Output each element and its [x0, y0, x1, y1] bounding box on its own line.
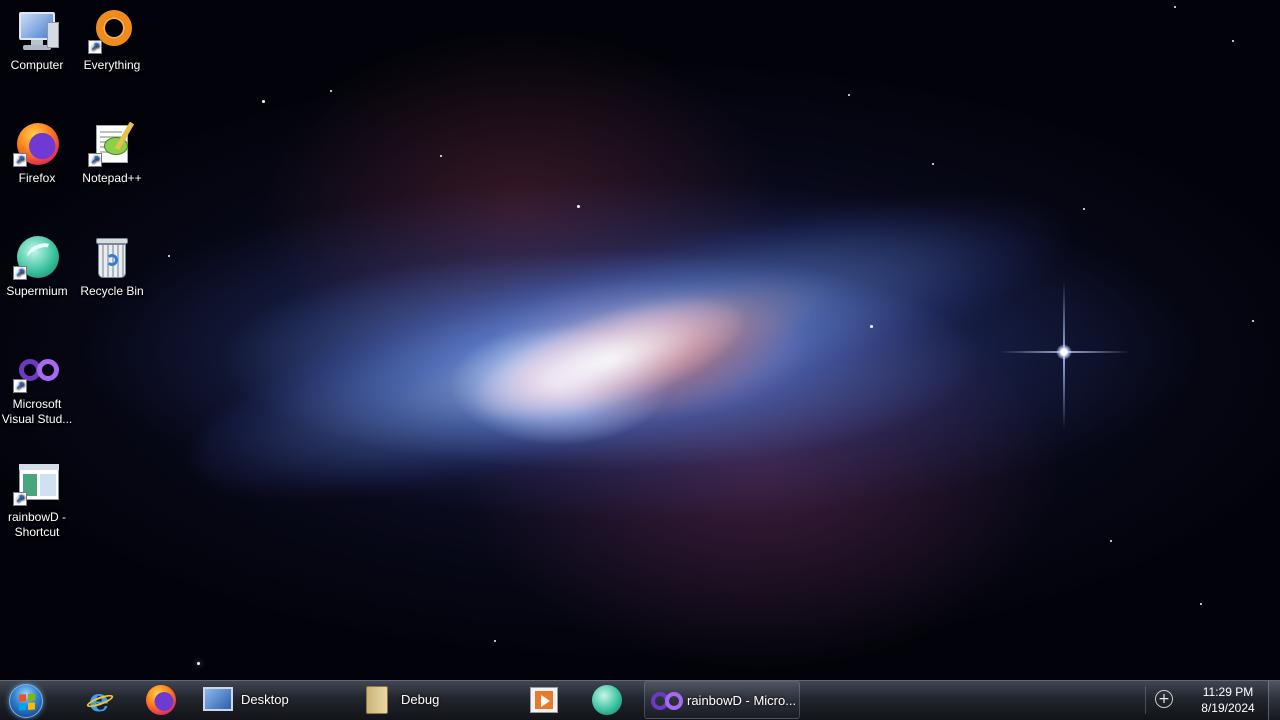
desktop-icon-label: Supermium	[6, 284, 68, 298]
taskbar-window-label: rainbowD - Micro...	[687, 693, 797, 708]
desktop-folder-icon	[203, 687, 233, 711]
desktop-icon-rainbowd-shortcut[interactable]: ↗ rainbowD - Shortcut	[0, 460, 74, 540]
desktop-icon-everything[interactable]: ↗ Everything	[75, 8, 149, 73]
taskbar	[0, 680, 1280, 720]
shortcut-arrow-icon: ↗	[13, 492, 27, 506]
star	[870, 325, 873, 328]
desktop-icon-label: Firefox	[18, 171, 56, 185]
show-desktop-button[interactable]	[1268, 681, 1280, 720]
star	[330, 90, 332, 92]
start-button[interactable]	[6, 683, 46, 719]
star	[440, 155, 442, 157]
shortcut-arrow-icon: ↗	[88, 40, 102, 54]
windows-start-orb-icon	[9, 684, 43, 718]
rainbowd-icon: ↗	[13, 460, 61, 508]
shortcut-arrow-icon: ↗	[13, 266, 27, 280]
star	[932, 163, 934, 165]
star	[848, 94, 850, 96]
star	[1110, 540, 1112, 542]
supermium-icon: ↗	[13, 234, 61, 282]
star	[1232, 40, 1234, 42]
tray-add-icon[interactable]: +	[1155, 690, 1173, 708]
star	[168, 255, 170, 257]
taskbar-window-rainbowd-visual-studio[interactable]: rainbowD - Micro...	[644, 681, 800, 719]
desktop-icon-recycle-bin[interactable]: Recycle Bin	[75, 234, 149, 299]
desktop-icon-label-line1: rainbowD -	[7, 510, 67, 524]
media-player-icon	[530, 687, 558, 713]
desktop-icon-label: Notepad++	[82, 171, 142, 185]
shortcut-arrow-icon: ↗	[13, 379, 27, 393]
desktop-icon-label-line2: Shortcut	[14, 525, 60, 539]
star	[1200, 603, 1202, 605]
desktop-icon-label: Recycle Bin	[80, 284, 144, 298]
desktop-icon-supermium[interactable]: ↗ Supermium	[0, 234, 74, 299]
visual-studio-icon: ↗	[13, 347, 61, 395]
bright-star	[1056, 344, 1072, 360]
desktop-icon-computer[interactable]: Computer	[0, 8, 74, 73]
taskbar-window-label: Desktop	[241, 692, 289, 707]
internet-explorer-icon: e	[84, 684, 115, 716]
computer-icon	[13, 8, 61, 56]
star	[197, 662, 200, 665]
notepad-plus-plus-icon: ↗	[88, 121, 136, 169]
star	[1174, 6, 1176, 8]
recycle-bin-icon	[88, 234, 136, 282]
desktop-icon-label-line1: Microsoft	[12, 397, 62, 411]
desktop-wallpaper	[0, 0, 1280, 720]
desktop-icon-firefox[interactable]: ↗ Firefox	[0, 121, 74, 186]
desktop-icon-visual-studio[interactable]: ↗ Microsoft Visual Stud...	[0, 347, 74, 427]
visual-studio-icon	[651, 692, 683, 710]
star	[262, 100, 265, 103]
folder-icon	[366, 686, 388, 714]
firefox-icon	[146, 685, 176, 715]
taskbar-clock[interactable]: 11:29 PM 8/19/2024	[1188, 684, 1268, 716]
clock-time: 11:29 PM	[1202, 685, 1254, 699]
shortcut-arrow-icon: ↗	[13, 153, 27, 167]
taskbar-pinned-firefox[interactable]	[146, 681, 182, 719]
supermium-icon	[592, 685, 622, 715]
taskbar-window-label: Debug	[401, 692, 440, 707]
star	[1252, 320, 1254, 322]
taskbar-window-desktop[interactable]: Desktop	[203, 681, 353, 719]
desktop-icon-label-line2: Visual Stud...	[1, 412, 73, 426]
star	[577, 205, 580, 208]
taskbar-window-debug[interactable]: Debug	[362, 681, 512, 719]
desktop-icon-label: Computer	[10, 58, 64, 72]
tray-separator	[1145, 686, 1146, 714]
taskbar-window-supermium[interactable]	[592, 681, 628, 719]
taskbar-pinned-internet-explorer[interactable]: e	[84, 681, 120, 719]
desktop-icon-label: Everything	[83, 58, 141, 72]
shortcut-arrow-icon: ↗	[88, 153, 102, 167]
desktop-icon-notepad-plus-plus[interactable]: ↗ Notepad++	[75, 121, 149, 186]
firefox-icon: ↗	[13, 121, 61, 169]
star	[494, 640, 496, 642]
star	[1083, 208, 1085, 210]
clock-date: 8/19/2024	[1201, 701, 1255, 715]
taskbar-window-media-player[interactable]	[530, 681, 566, 719]
everything-icon: ↗	[88, 8, 136, 56]
